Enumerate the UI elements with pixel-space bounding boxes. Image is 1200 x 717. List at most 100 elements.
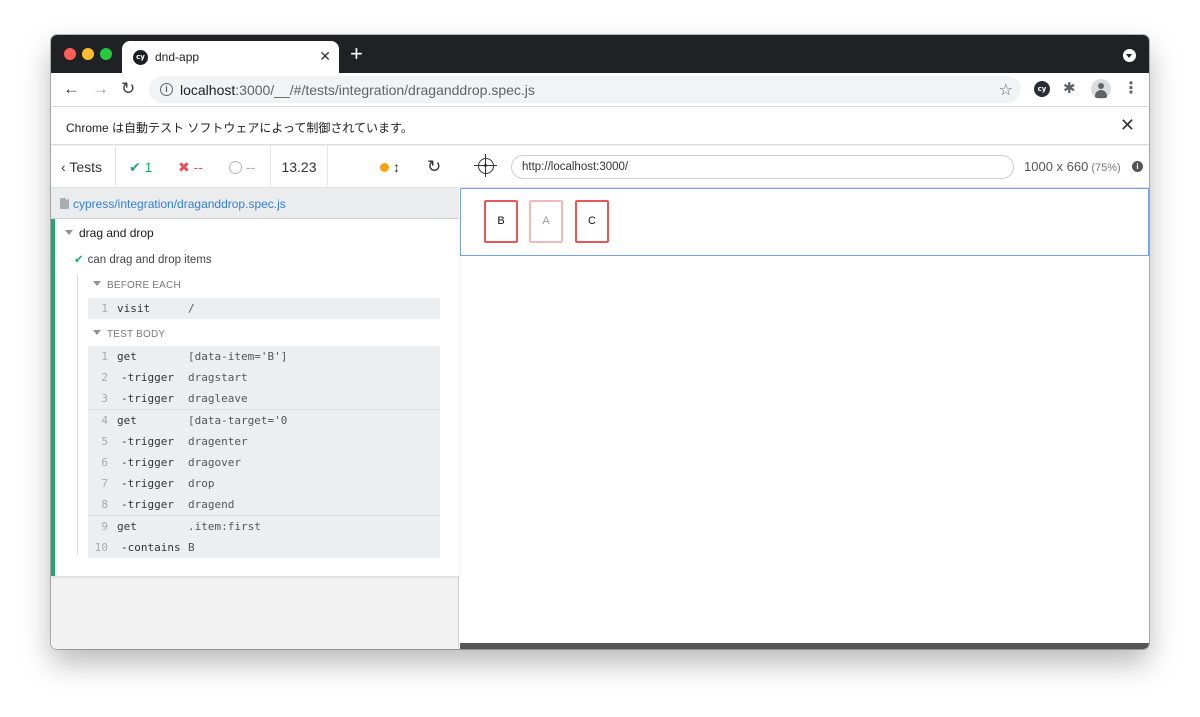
command-message: dragstart [188,371,248,384]
passed-value: 1 [144,159,153,175]
reporter-panel: ‹ Tests ✔ 1 ✖ -- -- 13.23 ↕ ↻ cypress/in… [51,146,459,649]
viewport-size: 1000 x 660 (75%) [1024,159,1121,174]
run-controls: ↕ ↻ [328,146,459,188]
cypress-favicon-icon: cy [133,50,148,65]
browser-tab[interactable]: cy dnd-app ✕ [122,41,339,73]
dnd-item-b[interactable]: B [484,200,518,243]
test-suite: drag and drop ✔ can drag and drop items B… [51,219,459,576]
forward-arrow-icon[interactable]: → [92,79,109,99]
spec-path-bar: cypress/integration/draganddrop.spec.js [51,188,459,219]
pending-value: -- [246,159,256,175]
command-number: 3 [101,392,108,405]
infobar-message: Chrome は自動テスト ソフトウェアによって制御されています。 [66,121,413,135]
back-arrow-icon[interactable]: ← [63,79,80,99]
command-row[interactable]: 9 get .item:first [88,516,440,537]
close-window-button[interactable] [64,48,76,60]
caret-down-icon [93,281,101,286]
command-number: 7 [101,477,108,490]
command-name: -trigger [121,456,174,469]
command-message: drop [188,477,215,490]
running-status-dot-icon [380,163,389,172]
run-duration: 13.23 [271,146,328,188]
command-row[interactable]: 2 -trigger dragstart [88,367,440,388]
tests-back-button[interactable]: ‹ Tests [51,146,116,188]
url-host: localhost [180,82,236,98]
test-title[interactable]: ✔ can drag and drop items [74,252,212,266]
tab-close-icon[interactable]: ✕ [319,48,331,64]
cross-icon: ✖ [178,159,194,175]
site-info-icon[interactable]: i [160,83,173,96]
minimize-window-button[interactable] [82,48,94,60]
command-row[interactable]: 8 -trigger dragend [88,494,440,515]
test-title-text: can drag and drop items [87,254,212,266]
reload-icon[interactable]: ↻ [121,79,135,99]
command-message: [data-item='B'] [188,350,288,363]
menu-dots-icon[interactable]: ⋮ [1123,81,1139,97]
failed-value: -- [193,159,203,175]
command-row[interactable]: 5 -trigger dragenter [88,431,440,452]
command-message: [data-target='0 [188,414,288,427]
command-message: dragover [188,456,241,469]
tests-label: Tests [69,159,102,175]
command-number: 1 [101,350,108,363]
auto-scroll-toggle-icon[interactable]: ↕ [393,146,400,188]
extensions-puzzle-icon[interactable]: ✱ [1063,81,1079,97]
command-number: 9 [101,520,108,533]
viewport-info-icon[interactable]: i [1132,161,1143,172]
bookmark-star-icon[interactable]: ☆ [999,80,1013,100]
viewport-scale: (75%) [1091,162,1121,174]
dnd-item-c[interactable]: C [575,200,609,243]
address-url[interactable]: localhost:3000/__/#/tests/integration/dr… [180,82,535,98]
pending-ring-icon [229,161,242,174]
command-name: get [117,414,137,427]
command-message: B [188,541,195,554]
profile-avatar-icon[interactable] [1091,79,1111,99]
test-body-commands: 1 get [data-item='B'] 2 -trigger dragstart 3 -t… [88,346,440,558]
command-number: 10 [94,541,108,554]
new-tab-button[interactable]: + [350,42,363,66]
command-name: -contains [121,541,181,554]
selector-playground-crosshair-icon[interactable] [474,154,497,177]
restart-icon[interactable]: ↻ [427,146,441,188]
spec-file-link[interactable]: cypress/integration/draganddrop.spec.js [73,197,286,211]
command-name: -trigger [121,477,174,490]
command-row[interactable]: 1 get [data-item='B'] [88,346,440,367]
cypress-extension-icon[interactable]: cy [1034,81,1050,97]
command-row[interactable]: 6 -trigger dragover [88,452,440,473]
command-row[interactable]: 3 -trigger dragleave [88,388,440,409]
suite-title[interactable]: drag and drop [65,226,154,240]
command-row[interactable]: 7 -trigger drop [88,473,440,494]
file-icon [60,198,69,209]
caret-down-icon [93,330,101,335]
command-name: -trigger [121,371,174,384]
command-row[interactable]: 1 visit / [88,298,440,319]
infobar-close-icon[interactable]: ✕ [1120,115,1135,135]
tab-search-icon[interactable] [1123,49,1136,62]
aut-iframe: B A C [460,188,1149,256]
run-stats: ✔ 1 ✖ -- -- [116,146,271,188]
dnd-item-a[interactable]: A [529,200,563,243]
reporter-header: ‹ Tests ✔ 1 ✖ -- -- 13.23 ↕ ↻ [51,146,459,188]
command-row[interactable]: 10 -contains B [88,537,440,558]
suite-title-text: drag and drop [79,226,154,240]
maximize-window-button[interactable] [100,48,112,60]
command-name: get [117,350,137,363]
test-body-label: TEST BODY [107,329,166,340]
command-name: -trigger [121,498,174,511]
browser-toolbar: ← → ↻ i localhost:3000/__/#/tests/integr… [51,73,1149,107]
command-number: 1 [101,302,108,315]
test-body-hook[interactable]: TEST BODY [93,329,165,340]
failed-count: ✖ -- [178,146,203,188]
command-number: 6 [101,456,108,469]
passed-count: ✔ 1 [129,146,152,188]
address-bar[interactable]: i localhost:3000/__/#/tests/integration/… [149,76,1021,103]
before-each-label: BEFORE EACH [107,280,181,291]
aut-url-field[interactable]: http://localhost:3000/ [511,155,1014,179]
hooks-guide-line [77,274,78,555]
command-row[interactable]: 4 get [data-target='0 [88,410,440,431]
command-number: 4 [101,414,108,427]
automation-infobar: Chrome は自動テスト ソフトウェアによって制御されています。 ✕ [51,107,1149,145]
caret-down-icon [65,230,73,235]
before-each-hook[interactable]: BEFORE EACH [93,280,181,291]
command-number: 5 [101,435,108,448]
